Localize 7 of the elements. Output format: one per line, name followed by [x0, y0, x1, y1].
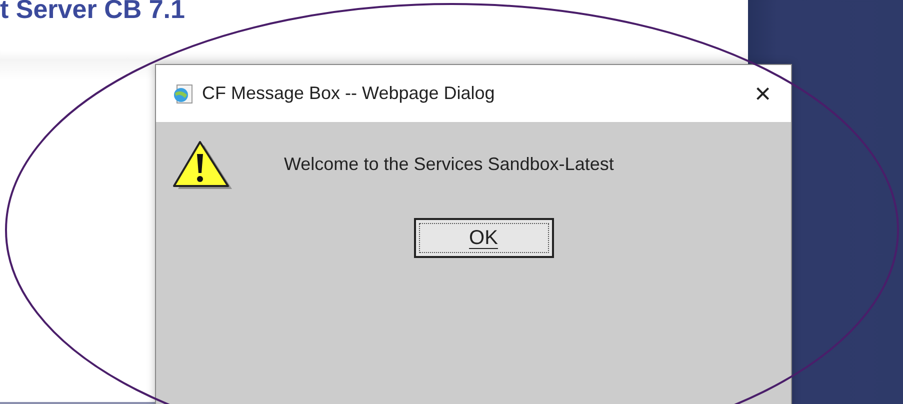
globe-page-icon [172, 82, 194, 104]
ok-button[interactable]: OK [414, 218, 554, 258]
close-button[interactable]: × [750, 80, 775, 108]
dialog-title: CF Message Box -- Webpage Dialog [202, 83, 496, 104]
warning-icon [170, 138, 234, 190]
dialog-message: Welcome to the Services Sandbox-Latest [284, 154, 614, 174]
page-heading: t Server CB 7.1 [0, 0, 186, 25]
